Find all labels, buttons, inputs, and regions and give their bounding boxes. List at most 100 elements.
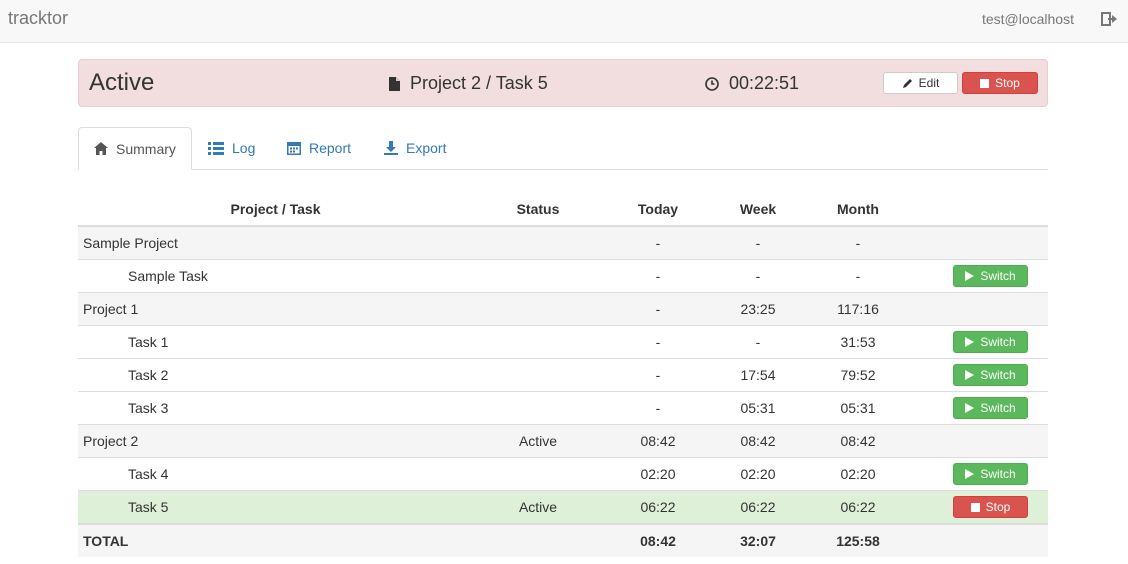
task-name: Task 1 <box>128 334 169 350</box>
week-cell: - <box>713 259 803 293</box>
action-cell <box>913 523 1048 557</box>
navbar: tracktor test@localhost <box>0 0 1128 43</box>
play-icon <box>965 337 975 347</box>
file-icon <box>389 76 400 91</box>
total-row: TOTAL 08:42 32:07 125:58 <box>78 523 1048 557</box>
header-week: Week <box>713 193 803 227</box>
month-cell: 05:31 <box>803 391 913 425</box>
tab-log-label: Log <box>232 140 256 156</box>
switch-button[interactable]: Switch <box>953 397 1028 419</box>
task-name: Task 4 <box>128 466 169 482</box>
today-cell: 02:20 <box>603 457 713 491</box>
active-timer-panel: Active Project 2 / Task 5 00:22:51 Edit … <box>78 59 1048 107</box>
home-icon <box>94 142 108 155</box>
edit-button[interactable]: Edit <box>883 72 958 94</box>
task-row: Task 4 02:20 02:20 02:20 Switch <box>78 457 1048 491</box>
status-cell: Active <box>473 490 603 524</box>
clock-icon <box>705 76 719 91</box>
download-icon <box>384 141 398 155</box>
tab-log[interactable]: Log <box>193 127 270 169</box>
active-task-label: Project 2 / Task 5 <box>410 73 548 93</box>
row-stop-button[interactable]: Stop <box>953 496 1028 518</box>
month-cell: 79:52 <box>803 358 913 392</box>
month-cell: 02:20 <box>803 457 913 491</box>
switch-label: Switch <box>980 401 1016 415</box>
pencil-icon <box>902 78 913 89</box>
task-name: Task 2 <box>128 367 169 383</box>
total-label: TOTAL <box>83 533 129 549</box>
today-cell: - <box>603 225 713 260</box>
stop-button[interactable]: Stop <box>962 72 1038 94</box>
stop-label: Stop <box>995 76 1020 90</box>
today-cell: 08:42 <box>603 424 713 458</box>
status-cell <box>473 457 603 491</box>
edit-label: Edit <box>918 76 940 90</box>
task-row: Task 1 - - 31:53 Switch <box>78 325 1048 359</box>
list-icon <box>208 141 224 155</box>
project-row: Project 1 - 23:25 117:16 <box>78 292 1048 326</box>
today-cell: - <box>603 292 713 326</box>
tab-report[interactable]: Report <box>272 127 366 169</box>
tab-export[interactable]: Export <box>369 127 461 169</box>
week-cell: 23:25 <box>713 292 803 326</box>
status-cell <box>473 225 603 260</box>
header-today: Today <box>603 193 713 227</box>
brand-logo[interactable]: tracktor <box>8 8 68 29</box>
month-cell: 31:53 <box>803 325 913 359</box>
logout-icon[interactable] <box>1100 10 1118 28</box>
action-cell: Switch <box>913 391 1048 425</box>
switch-button[interactable]: Switch <box>953 265 1028 287</box>
today-cell: - <box>603 259 713 293</box>
header-month: Month <box>803 193 913 227</box>
action-cell: Switch <box>913 259 1048 293</box>
today-cell: - <box>603 391 713 425</box>
status-cell <box>473 259 603 293</box>
task-row-active: Task 5 Active 06:22 06:22 06:22 Stop <box>78 490 1048 524</box>
today-cell: - <box>603 358 713 392</box>
week-cell: - <box>713 225 803 260</box>
main-container: Active Project 2 / Task 5 00:22:51 Edit … <box>78 59 1048 557</box>
status-cell <box>473 292 603 326</box>
week-cell: 08:42 <box>713 424 803 458</box>
play-icon <box>965 469 975 479</box>
switch-button[interactable]: Switch <box>953 463 1028 485</box>
action-cell <box>913 424 1048 458</box>
stop-icon <box>980 78 990 88</box>
calendar-icon <box>287 141 301 155</box>
switch-label: Switch <box>980 368 1016 382</box>
switch-label: Switch <box>980 335 1016 349</box>
elapsed-time: 00:22:51 <box>729 73 800 93</box>
row-stop-label: Stop <box>985 500 1011 514</box>
week-cell: - <box>713 325 803 359</box>
month-cell: - <box>803 225 913 260</box>
today-cell: - <box>603 325 713 359</box>
project-name: Sample Project <box>83 235 178 251</box>
action-cell <box>913 292 1048 326</box>
month-cell: - <box>803 259 913 293</box>
task-row: Task 3 - 05:31 05:31 Switch <box>78 391 1048 425</box>
task-row: Sample Task - - - Switch <box>78 259 1048 293</box>
today-cell: 06:22 <box>603 490 713 524</box>
week-cell: 17:54 <box>713 358 803 392</box>
task-name: Task 3 <box>128 400 169 416</box>
total-month: 125:58 <box>803 523 913 557</box>
switch-button[interactable]: Switch <box>953 364 1028 386</box>
project-name: Project 1 <box>83 301 139 317</box>
user-email[interactable]: test@localhost <box>982 11 1074 27</box>
action-cell: Stop <box>913 490 1048 524</box>
action-cell: Switch <box>913 457 1048 491</box>
action-cell: Switch <box>913 325 1048 359</box>
switch-button[interactable]: Switch <box>953 331 1028 353</box>
week-cell: 02:20 <box>713 457 803 491</box>
header-status: Status <box>473 193 603 227</box>
status-cell: Active <box>473 424 603 458</box>
stop-icon <box>970 502 980 512</box>
tab-export-label: Export <box>406 140 447 156</box>
tab-summary[interactable]: Summary <box>78 127 192 170</box>
tab-bar: Summary Log Report Export <box>78 127 1048 170</box>
table-header-row: Project / Task Status Today Week Month <box>78 193 1048 227</box>
task-name: Sample Task <box>128 268 208 284</box>
play-icon <box>965 370 975 380</box>
month-cell: 06:22 <box>803 490 913 524</box>
tab-report-label: Report <box>309 140 352 156</box>
